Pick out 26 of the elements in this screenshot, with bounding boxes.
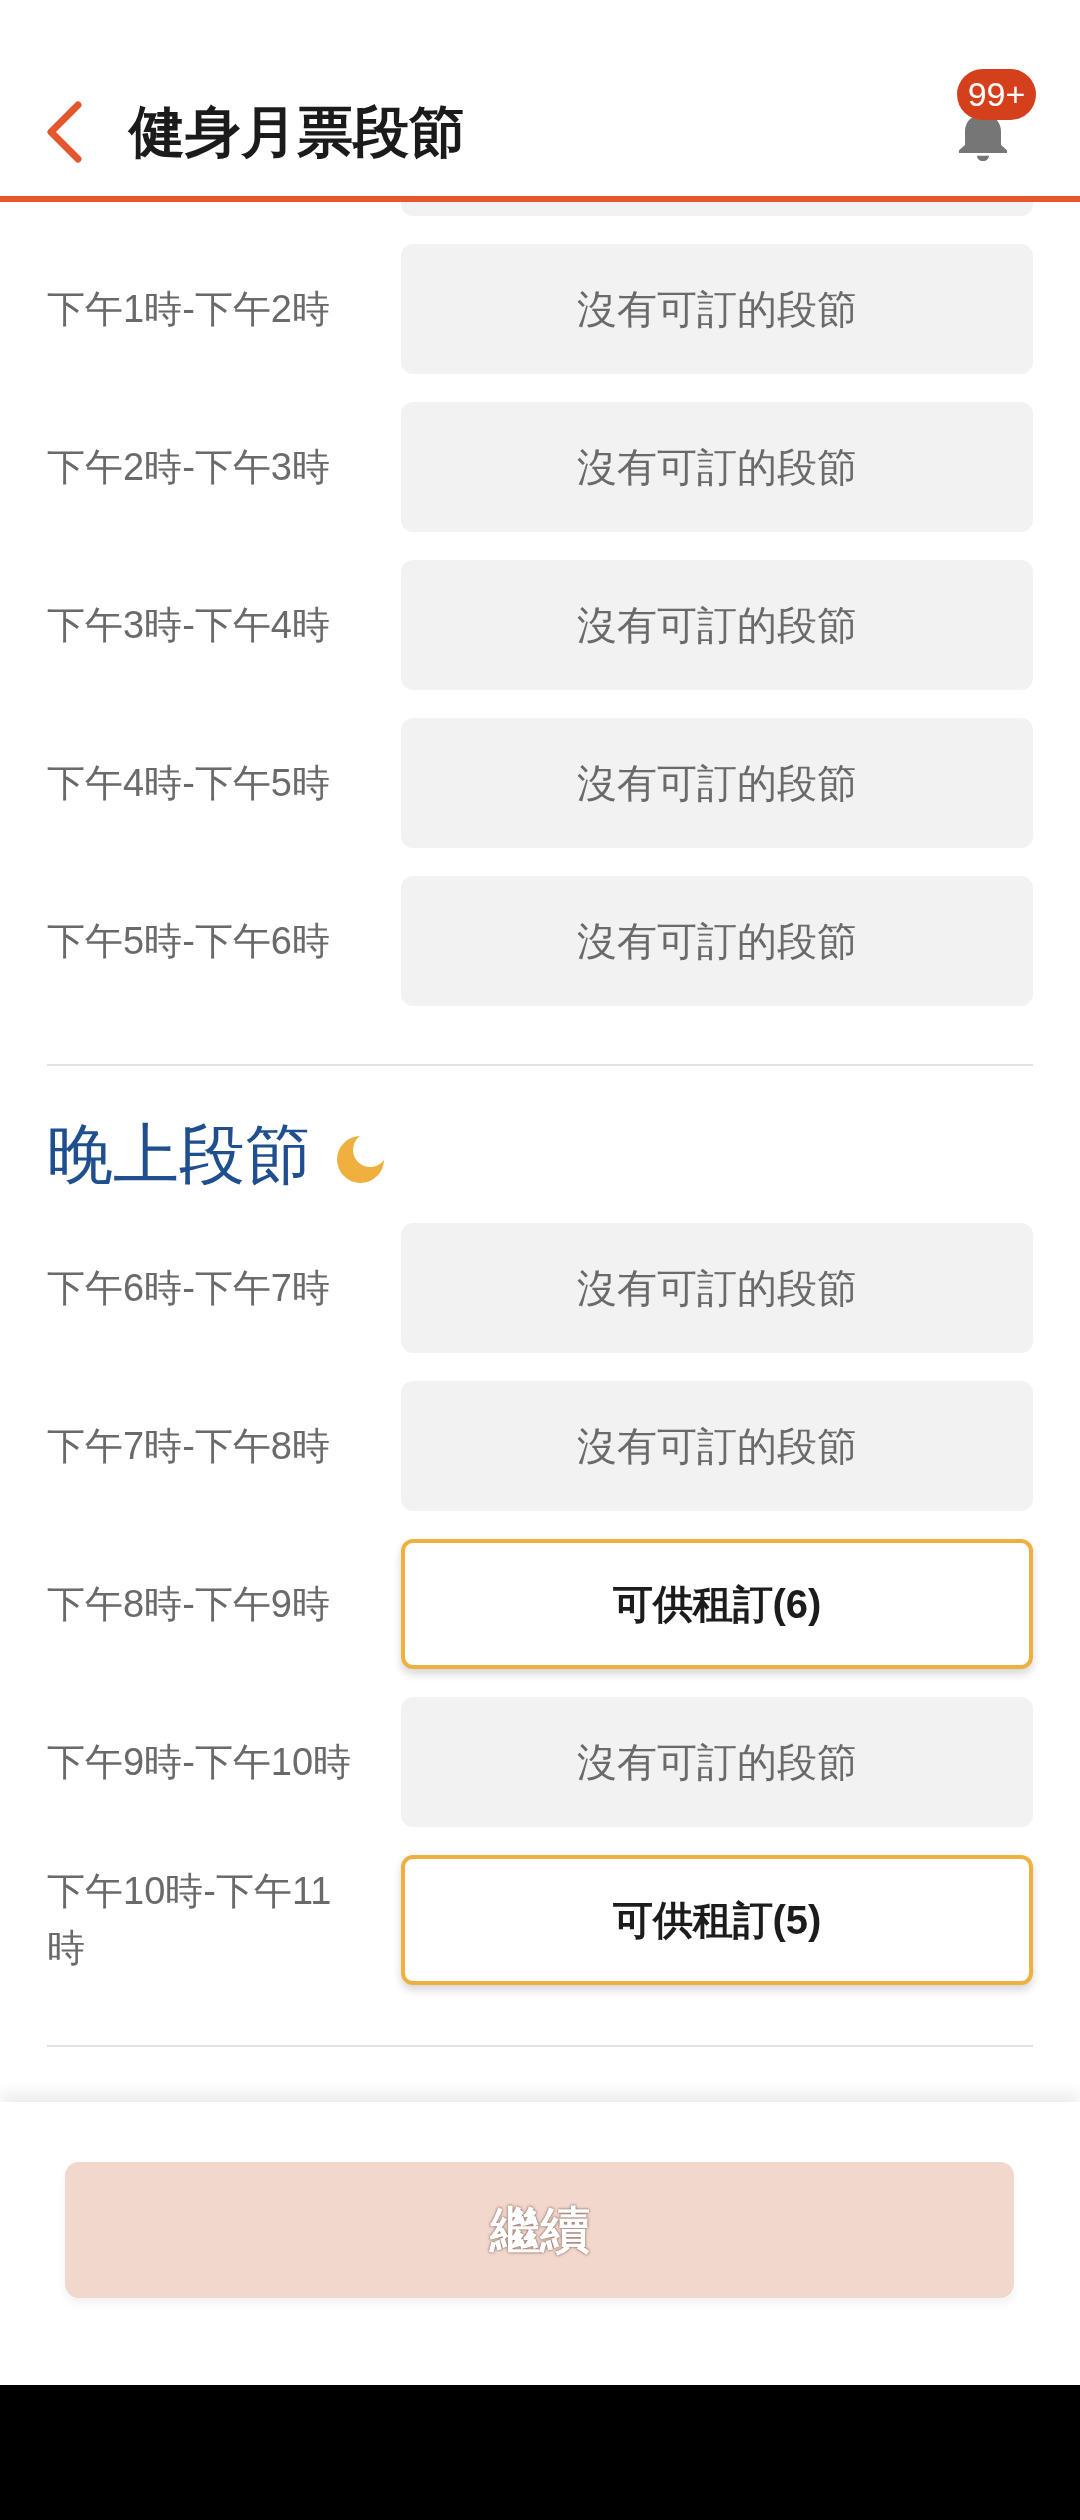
slot-button[interactable]: 可供租訂(6) (401, 1539, 1033, 1669)
unavailable-slot: 沒有可訂的段節 (401, 718, 1033, 848)
moon-icon (337, 1135, 384, 1183)
time-label: 下午7時-下午8時 (47, 1423, 331, 1469)
unavailable-slot: 沒有可訂的段節 (401, 876, 1033, 1006)
back-button[interactable] (45, 100, 83, 164)
time-label: 下午5時-下午6時 (47, 918, 331, 964)
back-icon (45, 100, 83, 164)
time-label: 下午3時-下午4時 (47, 602, 331, 648)
unavailable-slot: 沒有可訂的段節 (401, 1223, 1033, 1353)
time-label: 下午4時-下午5時 (47, 760, 331, 806)
unavailable-slot: 沒有可訂的段節 (401, 1381, 1033, 1511)
unavailable-slot: 沒有可訂的段節 (401, 402, 1033, 532)
time-label: 下午10時-下午11時 (47, 1869, 333, 1971)
unavailable-slot: 沒有可訂的段節 (401, 560, 1033, 690)
notification-badge: 99+ (957, 69, 1036, 120)
time-label: 下午1時-下午2時 (47, 286, 331, 332)
unavailable-slot: 沒有可訂的段節 (401, 1697, 1033, 1827)
page-title: 健身月票段節 (129, 99, 465, 166)
time-label: 下午2時-下午3時 (47, 444, 331, 490)
unavailable-slot: 沒有可訂的段節 (401, 244, 1033, 374)
time-label: 下午6時-下午7時 (47, 1265, 331, 1311)
time-label: 下午8時-下午9時 (47, 1581, 331, 1627)
section-heading: 晚上段節 (47, 1116, 311, 1193)
slot-button[interactable]: 可供租訂(5) (401, 1855, 1033, 1985)
time-label: 下午9時-下午10時 (47, 1739, 353, 1785)
